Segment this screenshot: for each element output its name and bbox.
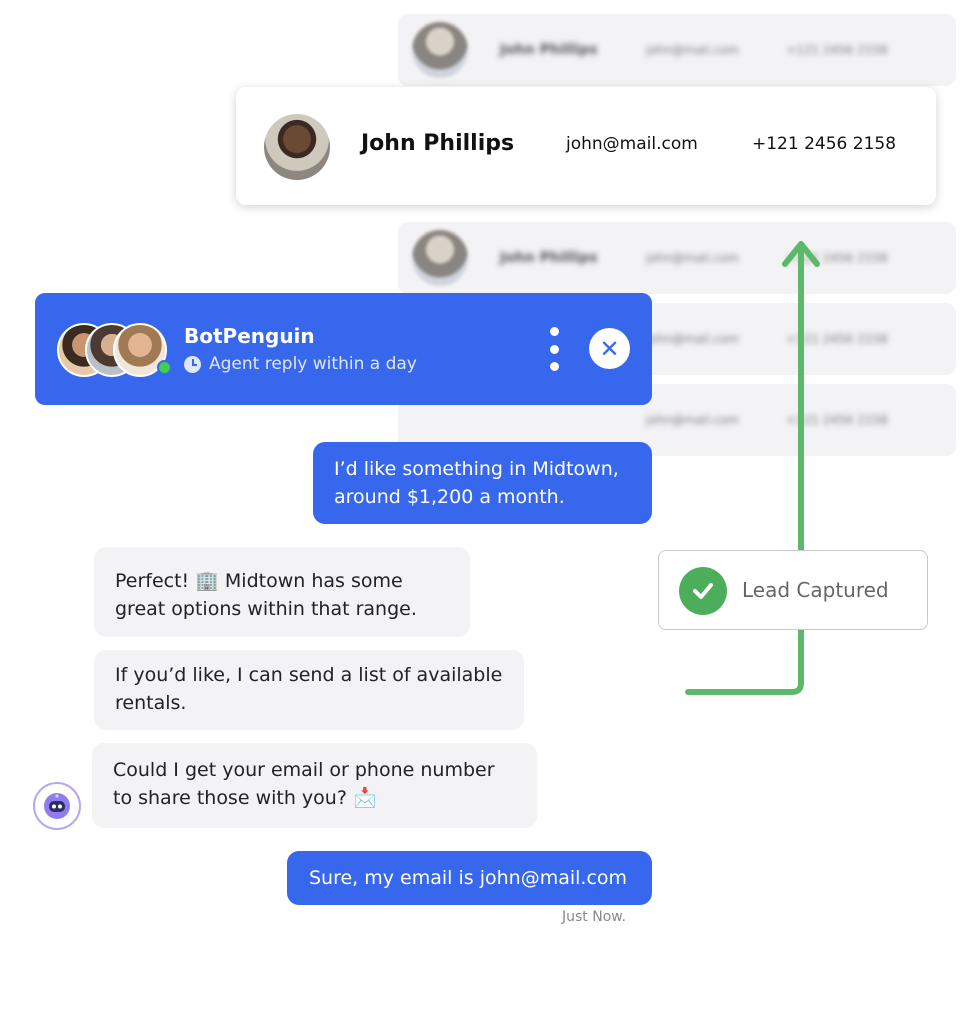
more-options-icon[interactable] bbox=[544, 327, 564, 371]
user-message: Sure, my email is john@mail.com bbox=[287, 851, 652, 905]
message-line: Could I get your email or phone number bbox=[113, 759, 495, 781]
bot-avatar bbox=[33, 782, 81, 830]
status-text: Agent reply within a day bbox=[209, 354, 417, 374]
user-message: I’d like something in Midtown, around $1… bbox=[313, 442, 652, 524]
online-indicator bbox=[157, 360, 172, 375]
message-line: If you’d like, I can send a list of avai… bbox=[115, 664, 503, 686]
reply-status: Agent reply within a day bbox=[184, 354, 417, 374]
message-line: Sure, my email is john@mail.com bbox=[309, 867, 628, 889]
message-line: great options within that range. bbox=[115, 598, 417, 620]
message-line: rentals. bbox=[115, 692, 187, 714]
message-timestamp: Just Now. bbox=[562, 909, 626, 925]
bot-message: Could I get your email or phone number t… bbox=[92, 743, 537, 828]
bot-message: Perfect! 🏢 Midtown has some great option… bbox=[94, 547, 470, 637]
chat-header: BotPenguin Agent reply within a day ✕ bbox=[35, 293, 652, 405]
agent-avatars bbox=[57, 323, 172, 377]
message-line: to share those with you? 📩 bbox=[113, 787, 377, 809]
close-button[interactable]: ✕ bbox=[589, 328, 630, 369]
message-line: I’d like something in Midtown, bbox=[334, 458, 619, 480]
message-line: around $1,200 a month. bbox=[334, 486, 565, 508]
check-icon bbox=[679, 567, 727, 615]
message-line: Perfect! 🏢 Midtown has some bbox=[115, 570, 403, 592]
bot-name: BotPenguin bbox=[184, 324, 315, 348]
badge-label: Lead Captured bbox=[742, 578, 889, 602]
clock-icon bbox=[184, 355, 201, 373]
bot-message: If you’d like, I can send a list of avai… bbox=[94, 650, 524, 730]
lead-captured-badge: Lead Captured bbox=[658, 550, 928, 630]
